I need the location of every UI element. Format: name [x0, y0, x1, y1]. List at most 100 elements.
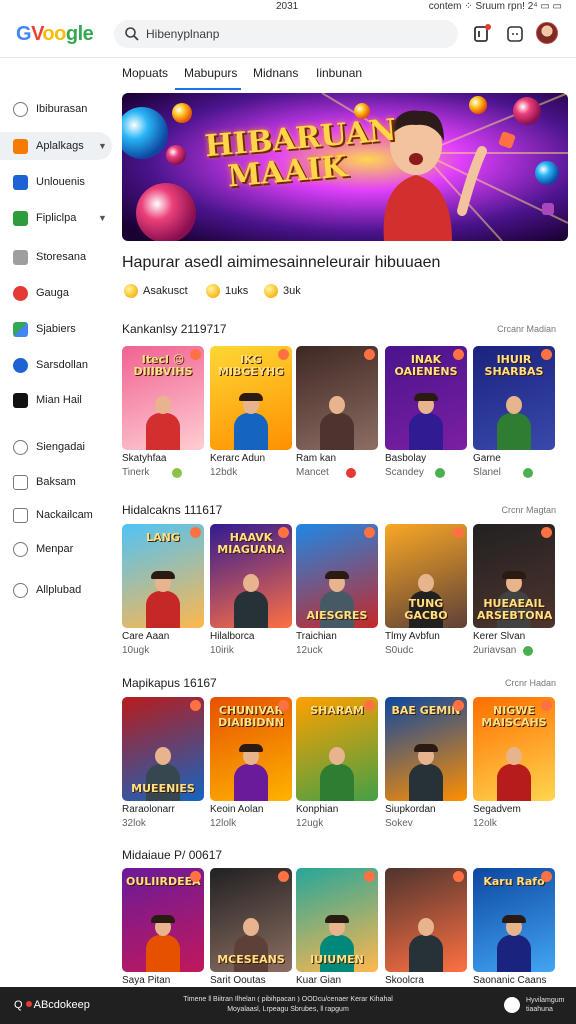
window-icon[interactable]: [504, 23, 526, 45]
chevron-down-icon[interactable]: ▼: [98, 141, 107, 151]
sidebar-item-search[interactable]: Ibiburasan: [0, 95, 112, 123]
game-card[interactable]: MUEENIES: [122, 697, 204, 801]
sidebar-item-clock[interactable]: Siengadai: [0, 433, 112, 461]
grid-icon: [13, 475, 28, 490]
sidebar-item-bookmarks[interactable]: Unlouenis: [0, 168, 112, 196]
sidebar-item-label: Fipliclpa: [36, 212, 77, 224]
card-character: [497, 396, 531, 450]
hero-banner[interactable]: HIBARUAN MAAIK: [122, 93, 568, 241]
card-title[interactable]: Konphian: [296, 804, 338, 815]
character-hat: [325, 915, 349, 923]
game-card[interactable]: [296, 346, 378, 450]
game-card[interactable]: NIGWE MAISCAHS: [473, 697, 555, 801]
game-card[interactable]: [385, 868, 467, 972]
card-title[interactable]: Siupkordan: [385, 804, 436, 815]
character-body: [409, 413, 443, 450]
character-hat: [325, 571, 349, 579]
status-icon: [523, 646, 533, 656]
game-card[interactable]: Karu Rafo: [473, 868, 555, 972]
coin-icon: [206, 284, 220, 298]
footer-legal-line: Timene ‖ Biitran Ilhelan ⦅ pibihpacan ⦆ …: [183, 996, 393, 1003]
card-art-text: CHUNIVAR DIAIBIDNN: [218, 704, 284, 729]
game-card[interactable]: AIESGRES: [296, 524, 378, 628]
game-card[interactable]: SHARAM: [296, 697, 378, 801]
card-subtitle: 12ugk: [296, 818, 324, 829]
sidebar-item-mail[interactable]: Mian Hail: [0, 386, 112, 414]
chip-label: Asakusct: [143, 285, 188, 297]
card-title[interactable]: Kerarc Adun: [210, 453, 265, 464]
sidebar-item-shapes[interactable]: Sjabiers: [0, 315, 112, 343]
game-card[interactable]: HAAVK MIAGUANA: [210, 524, 292, 628]
search-query: Hibenyplnanp: [146, 27, 220, 41]
sidebar-item-home[interactable]: Nackailcam: [0, 501, 112, 529]
settings-icon[interactable]: [504, 997, 520, 1013]
tab-mabupurs[interactable]: Mabupurs: [184, 66, 237, 80]
tab-midnans[interactable]: Midnans: [253, 66, 298, 80]
tab-mopuats[interactable]: Mopuats: [122, 66, 168, 80]
card-badge-icon: [190, 871, 201, 882]
section-see-more-link[interactable]: Crcanr Madian: [497, 324, 556, 334]
card-character: [234, 574, 268, 628]
game-card[interactable]: IKG MIBGEYHG: [210, 346, 292, 450]
section-title: Hidalcakns 111617: [122, 503, 223, 517]
home-icon: [13, 508, 28, 523]
card-title[interactable]: Sarit Ooutas: [210, 975, 266, 986]
card-title[interactable]: Kerer Slvan: [473, 631, 525, 642]
category-tabs: Mopuats Mabupurs Midnans Iinbunan: [114, 58, 576, 90]
card-title[interactable]: Keoin Aolan: [210, 804, 263, 815]
card-title[interactable]: Garne: [473, 453, 501, 464]
sidebar-item-person[interactable]: Menpar: [0, 535, 112, 563]
game-card[interactable]: INAK OAIENENS: [385, 346, 467, 450]
game-card[interactable]: BAE GEMIN: [385, 697, 467, 801]
chevron-down-icon[interactable]: ▼: [98, 213, 107, 223]
card-badge-icon: [541, 349, 552, 360]
game-card[interactable]: LANG: [122, 524, 204, 628]
sidebar-item-circle[interactable]: Allplubad: [0, 576, 112, 604]
card-title[interactable]: Kuar Gian: [296, 975, 341, 986]
game-card[interactable]: HUEAEAIL ARSEBTONA: [473, 524, 555, 628]
card-title[interactable]: Ram kan: [296, 453, 336, 464]
card-art-text: HUEAEAIL ARSEBTONA: [477, 597, 553, 622]
game-card[interactable]: OULIIRDEEA: [122, 868, 204, 972]
game-card[interactable]: MCESEANS: [210, 868, 292, 972]
game-card[interactable]: IHUIR SHARBAS: [473, 346, 555, 450]
brand-logo[interactable]: GVoogle: [16, 23, 94, 46]
section-see-more-link[interactable]: Crcnr Magtan: [501, 505, 556, 515]
sidebar-item-store[interactable]: Storesana: [0, 243, 112, 271]
game-card[interactable]: Itecl ☺ DIIIBVIHS: [122, 346, 204, 450]
section-see-more-link[interactable]: Crcnr Hadan: [505, 678, 556, 688]
notification-badge: [485, 24, 491, 30]
game-card[interactable]: TUNG GACBO: [385, 524, 467, 628]
footer-right[interactable]: Hyvilamgum tiaahuna: [526, 996, 565, 1014]
sidebar-item-dollar[interactable]: Sarsdollan: [0, 351, 112, 379]
card-title[interactable]: Saonanic Caans: [473, 975, 546, 986]
sidebar-item-label: Sarsdollan: [36, 359, 88, 371]
card-title[interactable]: Basbolay: [385, 453, 426, 464]
card-badge-icon: [278, 700, 289, 711]
sidebar-item-folders[interactable]: Fipliclpa ▼: [0, 204, 112, 232]
sidebar-item-gauge[interactable]: Gauga: [0, 279, 112, 307]
character-head: [418, 918, 434, 936]
sidebar-item-grid[interactable]: Baksam: [0, 468, 112, 496]
card-title[interactable]: Skoolcra: [385, 975, 424, 986]
card-title[interactable]: Traichian: [296, 631, 337, 642]
game-card[interactable]: IUIUMEN: [296, 868, 378, 972]
card-title[interactable]: Saya Pitan: [122, 975, 170, 986]
sidebar-item-label: Storesana: [36, 251, 87, 263]
sidebar-item-apps[interactable]: Aplalkags ▼: [0, 132, 112, 160]
card-title[interactable]: Hilalborca: [210, 631, 254, 642]
tab-iinbunan[interactable]: Iinbunan: [316, 66, 362, 80]
card-title[interactable]: Skatyhfaa: [122, 453, 166, 464]
character-body: [497, 764, 531, 801]
card-title[interactable]: Raraolonarr: [122, 804, 175, 815]
character-body: [497, 935, 531, 972]
chip-label: 3uk: [283, 285, 301, 297]
card-title[interactable]: Care Aaan: [122, 631, 169, 642]
card-art-text: AIESGRES: [306, 609, 368, 622]
account-avatar[interactable]: [536, 22, 558, 44]
game-card[interactable]: CHUNIVAR DIAIBIDNN: [210, 697, 292, 801]
search-input[interactable]: Hibenyplnanp: [114, 20, 458, 48]
card-title[interactable]: Segadvem: [473, 804, 521, 815]
character-head: [329, 747, 345, 765]
card-title[interactable]: Tlmy Avbfun: [385, 631, 440, 642]
